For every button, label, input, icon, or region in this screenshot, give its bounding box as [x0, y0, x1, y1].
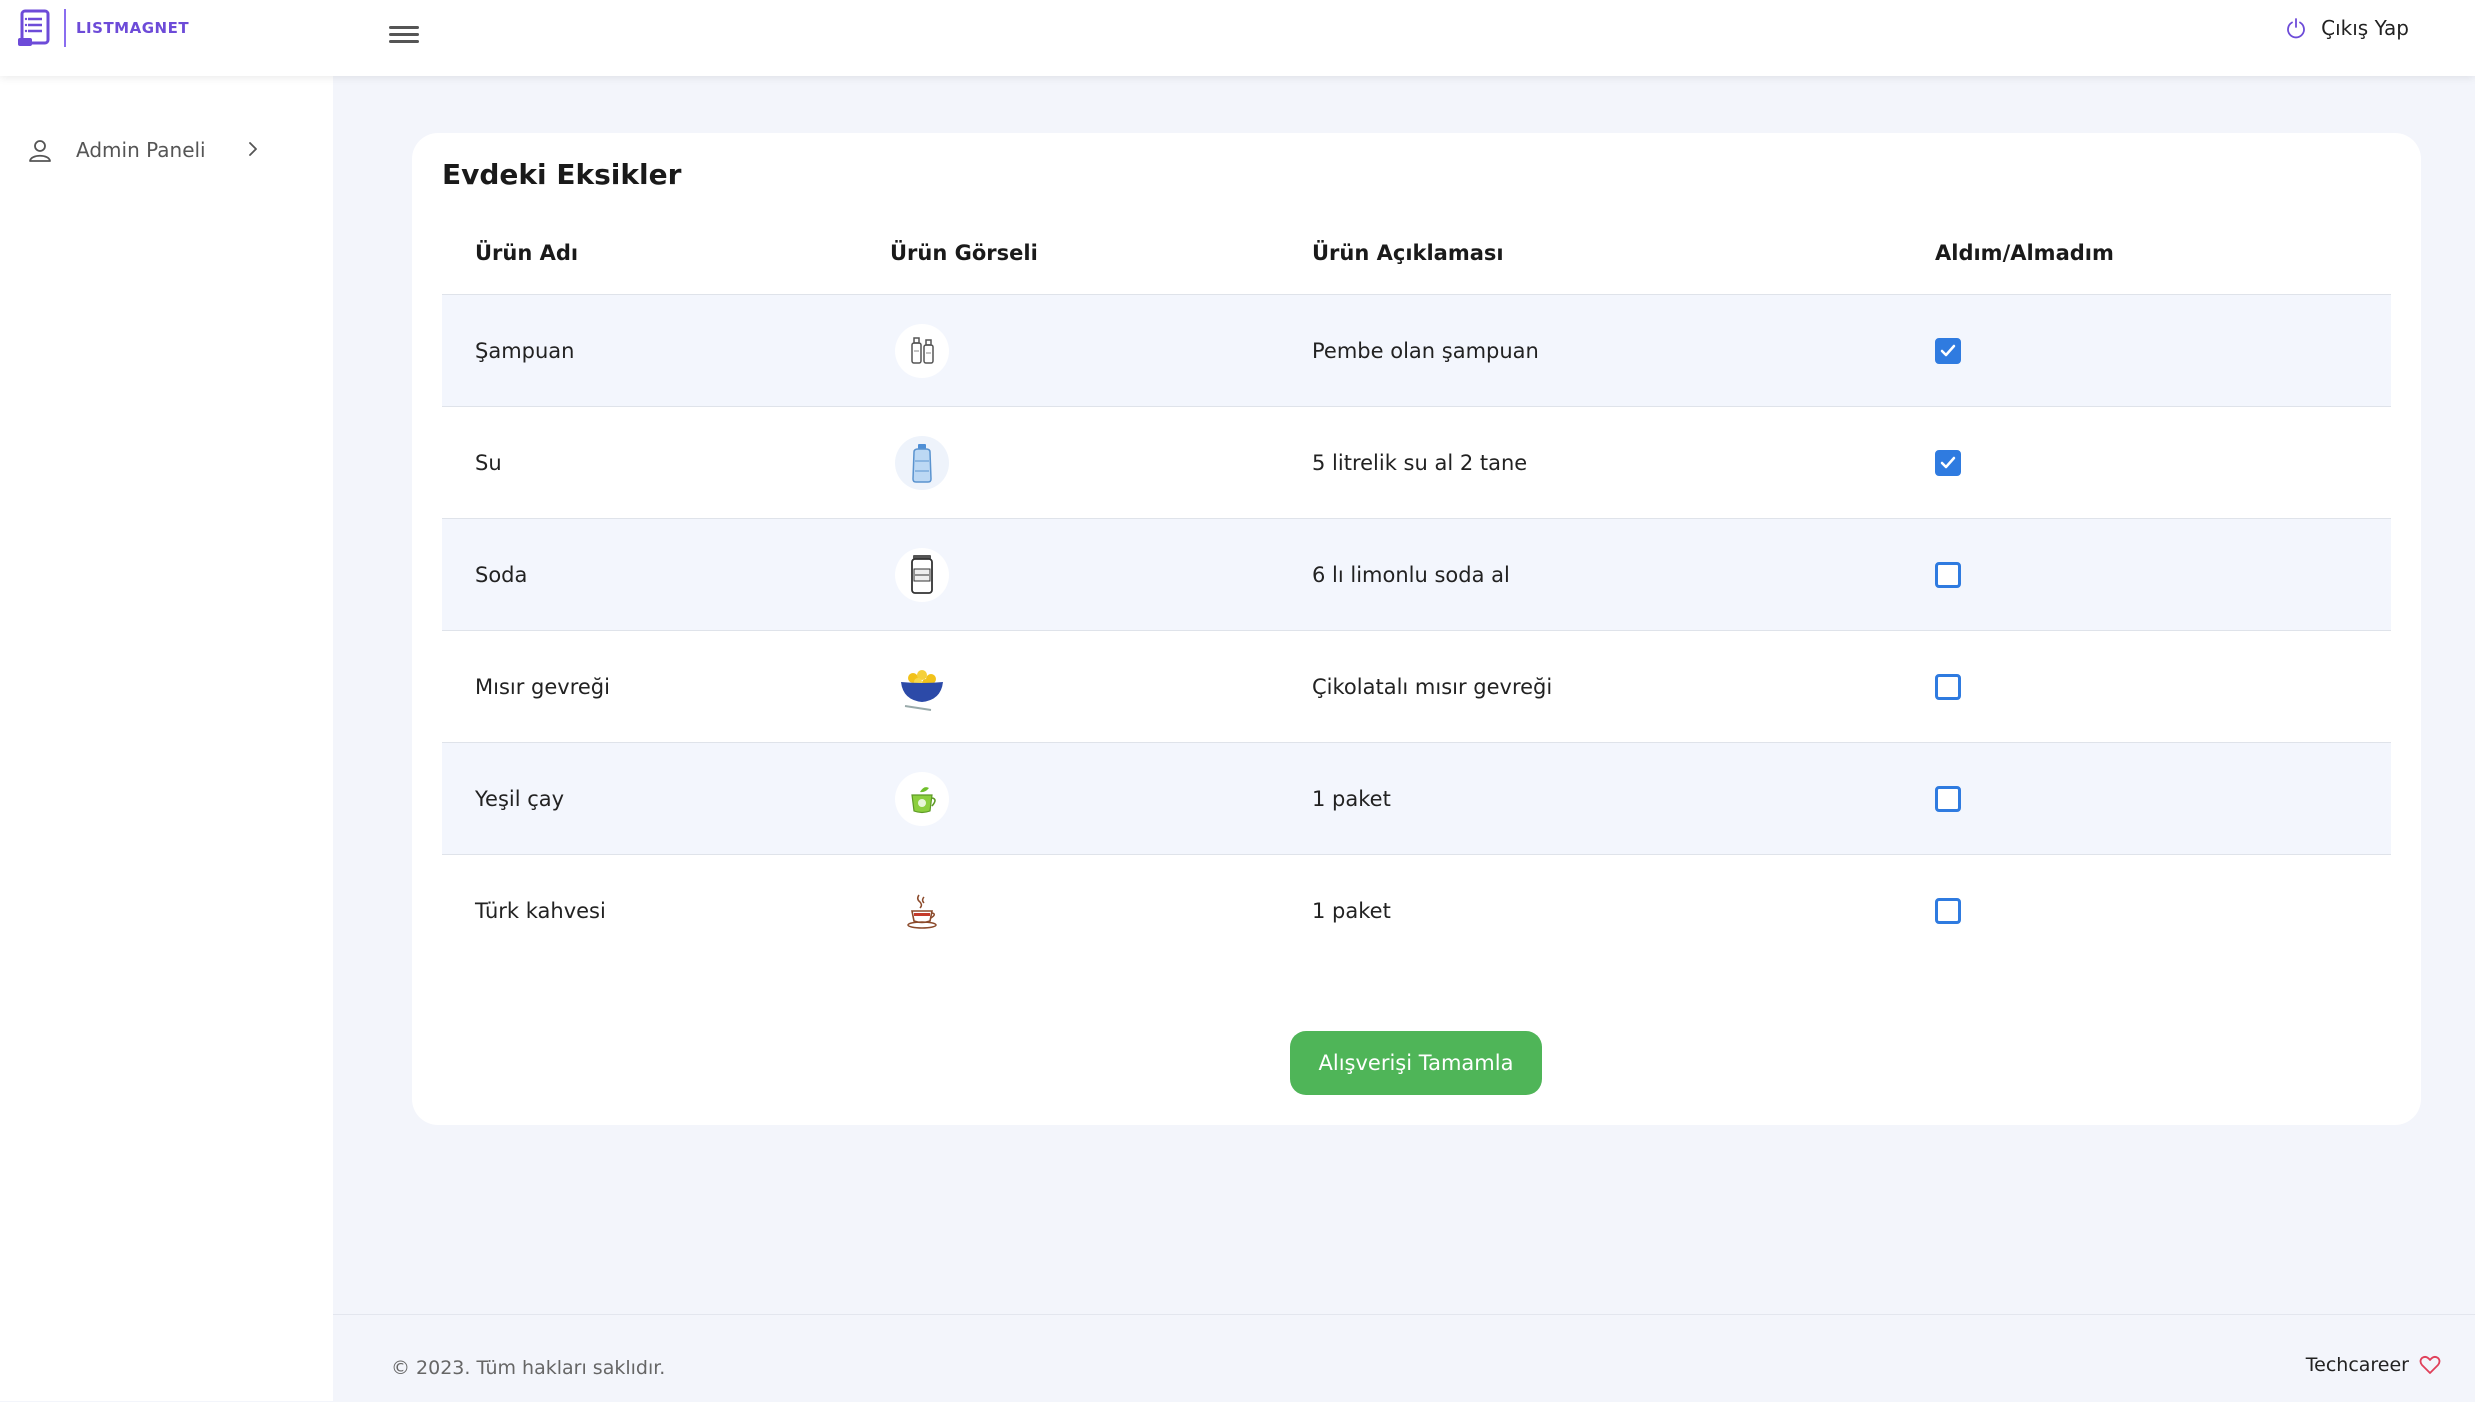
table-row: Mısır gevreği Çikolatalı mısır gevreği [442, 630, 2391, 743]
product-name: Türk kahvesi [475, 899, 606, 923]
product-description: 6 lı limonlu soda al [1312, 563, 1510, 587]
product-description: 1 paket [1312, 899, 1391, 923]
app-logo[interactable]: LISTMAGNET [16, 8, 189, 48]
product-name: Yeşil çay [475, 787, 565, 811]
table-row: Şampuan Pembe olan şampuan [442, 294, 2391, 407]
cereal-bowl-icon [895, 660, 949, 714]
page-title: Evdeki Eksikler [442, 158, 682, 191]
bought-checkbox[interactable] [1935, 898, 1961, 924]
chevron-right-icon [249, 142, 257, 156]
footer-brand[interactable]: Techcareer [2306, 1354, 2441, 1376]
product-name: Soda [475, 563, 528, 587]
table-row: Yeşil çay 1 paket [442, 742, 2391, 855]
table-row: Türk kahvesi 1 paket [442, 854, 2391, 967]
bought-checkbox[interactable] [1935, 786, 1961, 812]
product-name: Su [475, 451, 502, 475]
green-tea-icon [895, 772, 949, 826]
table-row: Soda 6 lı limonlu soda al [442, 518, 2391, 631]
heart-icon [2419, 1355, 2441, 1374]
bought-checkbox[interactable] [1935, 674, 1961, 700]
copyright-text: © 2023. Tüm hakları saklıdır. [391, 1357, 666, 1379]
power-icon [2287, 18, 2305, 39]
check-icon [1940, 456, 1956, 469]
top-bar: LISTMAGNET Çıkış Yap [0, 0, 2475, 76]
soda-can-icon [895, 548, 949, 602]
product-name: Şampuan [475, 339, 575, 363]
footer: © 2023. Tüm hakları saklıdır. Techcareer [333, 1314, 2475, 1402]
product-description: Pembe olan şampuan [1312, 339, 1539, 363]
complete-shopping-button[interactable]: Alışverişi Tamamla [1290, 1031, 1542, 1095]
column-header-description: Ürün Açıklaması [1312, 241, 1504, 265]
logout-button[interactable]: Çıkış Yap [2285, 16, 2409, 40]
product-description: Çikolatalı mısır gevreği [1312, 675, 1553, 699]
product-description: 1 paket [1312, 787, 1391, 811]
column-header-bought: Aldım/Almadım [1935, 241, 2114, 265]
menu-toggle-icon[interactable] [389, 22, 419, 46]
list-logo-icon [18, 9, 50, 46]
bought-checkbox[interactable] [1935, 450, 1961, 476]
turkish-coffee-icon [895, 884, 949, 938]
bought-checkbox[interactable] [1935, 338, 1961, 364]
sidebar-item-admin-panel[interactable]: Admin Paneli [26, 132, 266, 168]
column-header-image: Ürün Görseli [890, 241, 1038, 265]
sidebar-item-label: Admin Paneli [76, 138, 206, 162]
user-icon [29, 140, 51, 162]
brand-label: Techcareer [2305, 1354, 2409, 1376]
shampoo-icon [895, 324, 949, 378]
bought-checkbox[interactable] [1935, 562, 1961, 588]
check-icon [1940, 344, 1956, 357]
logo-divider [64, 9, 66, 47]
table-row: Su 5 litrelik su al 2 tane [442, 406, 2391, 519]
product-name: Mısır gevreği [475, 675, 610, 699]
shopping-list-card: Evdeki Eksikler Ürün Adı Ürün Görseli Ür… [412, 133, 2421, 1125]
logo-text: LISTMAGNET [76, 19, 190, 37]
logout-label: Çıkış Yap [2321, 16, 2409, 40]
sidebar: Admin Paneli [0, 76, 333, 1401]
product-description: 5 litrelik su al 2 tane [1312, 451, 1528, 475]
water-bottle-icon [895, 436, 949, 490]
column-header-name: Ürün Adı [475, 241, 579, 265]
